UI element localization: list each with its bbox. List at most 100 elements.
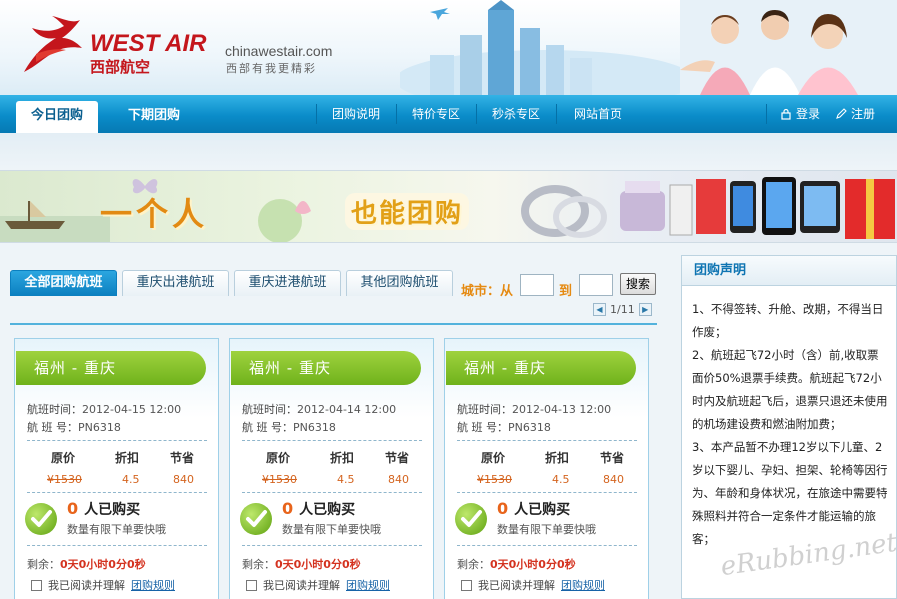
time-remaining: 剩余：0天0小时0分0秒 [242,556,361,572]
flight-number-label: 航 班 号： [457,421,508,434]
lock-icon [781,108,791,120]
original-price-header: 原价 [266,451,291,465]
checkmark-icon [25,503,57,535]
buy-count: 0 人已购买 [497,499,570,519]
agree-checkbox[interactable] [246,579,257,591]
site-header: WEST AIR 西部航空 chinawestair.com 西部有我更精彩 [0,0,897,95]
flight-card: 福州 - 重庆 航班时间：2012-04-14 12:00 航 班 号：PN63… [229,338,434,599]
flight-number-label: 航 班 号： [27,421,78,434]
rules-link[interactable]: 团购规则 [346,577,390,593]
tab-arrivals[interactable]: 重庆进港航班 [234,270,341,296]
discount-value: 4.5 [337,473,355,486]
west-air-logo-icon[interactable] [16,14,86,76]
flight-time-row: 航班时间：2012-04-15 12:00 [27,401,181,417]
flight-number-value: PN6318 [508,421,551,434]
lotus-image [258,199,311,242]
register-label: 注册 [851,107,876,121]
buy-count-label: 人已购买 [299,502,356,518]
flight-list-panel: 全部团购航班 重庆出港航班 重庆进港航班 其他团购航班 城市：从 到 搜索 ◀ … [10,258,658,599]
city-from-input[interactable] [520,274,554,296]
rules-link[interactable]: 团购规则 [131,577,175,593]
tab-other-flights[interactable]: 其他团购航班 [346,270,453,296]
agree-checkbox[interactable] [461,579,472,591]
flight-number-value: PN6318 [293,421,336,434]
divider [457,440,637,441]
discount-header: 折扣 [330,451,355,465]
divider [27,492,207,493]
promo-banner[interactable]: 一个人 也能团购 [0,170,897,243]
divider [10,323,657,325]
brand-slogan: 西部有我更精彩 [226,62,317,75]
pager: ◀ 1/11 ▶ [593,302,652,316]
remain-label: 剩余： [457,558,490,571]
nav-link-home[interactable]: 网站首页 [574,95,622,133]
route-heading[interactable]: 福州 - 重庆 [231,351,421,385]
login-label: 登录 [796,107,821,121]
nav-divider [476,104,477,124]
buy-count-number: 0 [497,499,509,518]
buy-count-label: 人已购买 [514,502,571,518]
agree-label: 我已阅读并理解 [263,579,340,592]
sub-bar [0,133,897,170]
flight-card: 福州 - 重庆 航班时间：2012-04-13 12:00 航 班 号：PN63… [444,338,649,599]
city-to-label: 到 [559,284,573,299]
checkmark-icon [455,503,487,535]
search-button[interactable]: 搜索 [620,273,656,295]
nav-tab-next[interactable]: 下期团购 [128,101,180,131]
nav-divider [316,104,317,124]
flight-time-value: 2012-04-14 12:00 [297,403,397,416]
flight-time-value: 2012-04-13 12:00 [512,403,612,416]
divider [27,545,207,546]
nav-link-specials[interactable]: 特价专区 [412,95,460,133]
page-indicator: 1/11 [610,302,635,316]
nav-tab-today[interactable]: 今日团购 [16,101,98,133]
next-page-icon[interactable]: ▶ [638,302,652,316]
divider [27,440,207,441]
notice-item: 1、不得签转、升舱、改期，不得当日作废； [692,302,884,339]
register-link[interactable]: 注册 [835,95,875,133]
city-skyline-image [400,0,690,95]
flight-time-label: 航班时间： [457,403,512,416]
products-image [521,177,895,239]
agree-label: 我已阅读并理解 [48,579,125,592]
prev-page-icon[interactable]: ◀ [593,302,606,316]
pencil-icon [836,108,847,119]
flight-time-value: 2012-04-15 12:00 [82,403,182,416]
nav-divider [396,104,397,124]
login-link[interactable]: 登录 [780,95,820,133]
discount-header: 折扣 [115,451,140,465]
flight-number-row: 航 班 号：PN6318 [457,419,551,435]
original-price-header: 原价 [51,451,76,465]
agree-checkbox[interactable] [31,579,42,591]
nav-link-instructions[interactable]: 团购说明 [332,95,380,133]
buy-count: 0 人已购买 [282,499,355,519]
notice-item: 2、航班起飞72小时（含）前,收取票面价50%退票手续费。航班起飞72小时内及航… [692,348,888,431]
checkmark-icon [240,503,272,535]
tab-departures[interactable]: 重庆出港航班 [122,270,229,296]
banner-subheadline: 也能团购 [345,193,470,230]
savings-value: 840 [173,473,194,486]
divider [242,440,422,441]
discount-header: 折扣 [545,451,570,465]
nav-divider [766,104,767,124]
flight-time-row: 航班时间：2012-04-13 12:00 [457,401,611,417]
agree-row: 我已阅读并理解 团购规则 [31,577,175,593]
buy-note: 数量有限下单要快哦 [67,523,166,536]
discount-value: 4.5 [552,473,570,486]
tab-all-flights[interactable]: 全部团购航班 [10,270,117,296]
brand-name: WEST AIR [90,30,207,57]
savings-header: 节省 [170,451,195,465]
rules-link[interactable]: 团购规则 [561,577,605,593]
route-heading[interactable]: 福州 - 重庆 [446,351,636,385]
nav-link-flash-sale[interactable]: 秒杀专区 [492,95,540,133]
savings-header: 节省 [385,451,410,465]
agree-row: 我已阅读并理解 团购规则 [461,577,605,593]
divider [242,492,422,493]
original-price: ¥1530 [477,473,512,486]
remain-value: 0天0小时0分0秒 [275,558,361,571]
city-to-input[interactable] [579,274,613,296]
buy-note: 数量有限下单要快哦 [282,523,381,536]
route-heading[interactable]: 福州 - 重庆 [16,351,206,385]
time-remaining: 剩余：0天0小时0分0秒 [27,556,146,572]
remain-value: 0天0小时0分0秒 [490,558,576,571]
